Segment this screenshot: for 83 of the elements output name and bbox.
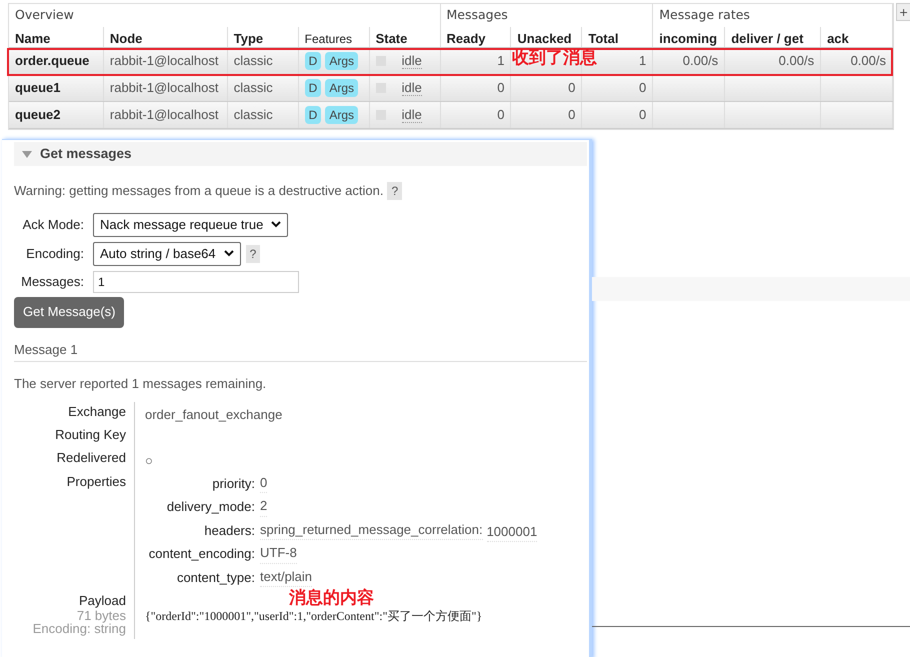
table-cell-text: classic: [234, 79, 273, 98]
table-cell-text: 0.00/s: [850, 52, 886, 70]
feature-badge: Args: [325, 79, 358, 97]
table-cell-text: rabbit-1@localhost: [110, 106, 218, 124]
column-group-header: Message rates: [659, 6, 750, 24]
help-button[interactable]: ?: [387, 182, 402, 200]
column-header[interactable]: Node: [110, 31, 142, 47]
message-heading: Message 1: [14, 342, 78, 356]
table-cell-text: 0: [568, 106, 576, 124]
table-cell-text: 0: [568, 79, 576, 98]
field-label: Encoding:: [25, 244, 85, 263]
column-header[interactable]: incoming: [659, 31, 718, 47]
feature-badge: D: [304, 52, 322, 70]
property-value: 1000001: [486, 522, 538, 542]
help-button[interactable]: ?: [246, 244, 260, 262]
table-cell-text: 0.00/s: [682, 52, 718, 70]
add-column-button[interactable]: +: [896, 3, 910, 21]
property-value: text/plain: [260, 566, 312, 587]
queue-name[interactable]: queue2: [15, 105, 61, 125]
annotation-text: 消息的内容: [289, 590, 374, 607]
property-value: UTF-8: [260, 543, 297, 564]
property-value: 2: [260, 496, 268, 516]
payload-size: 71 bytes: [76, 610, 126, 622]
detail-label: Exchange: [68, 402, 126, 421]
section-header[interactable]: Get messages: [14, 142, 587, 166]
table-cell-text: rabbit-1@localhost: [110, 52, 218, 70]
dropdown[interactable]: Auto string / base64: [93, 242, 241, 266]
table-cell-text: 1: [639, 52, 646, 70]
feature-badge: D: [304, 106, 322, 124]
detail-value: order_fanout_exchange: [145, 406, 282, 424]
property-key: headers:: [145, 520, 260, 540]
table-cell-text: classic: [234, 52, 273, 70]
field-label: Ack Mode:: [22, 216, 85, 234]
annotation-text: 收到了消息: [512, 50, 597, 67]
property-key: content_type:: [145, 568, 260, 587]
table-cell-text: 0: [639, 106, 646, 124]
section-title: Get messages: [40, 144, 132, 163]
property-value: 0: [260, 472, 268, 493]
column-header[interactable]: Type: [234, 31, 264, 47]
column-header[interactable]: State: [376, 31, 408, 47]
table-cell-text: 0: [639, 79, 646, 98]
table-cell-text: rabbit-1@localhost: [110, 79, 218, 98]
property-key: delivery_mode:: [145, 497, 260, 516]
feature-badge: Args: [325, 52, 358, 70]
feature-badge: Args: [325, 106, 358, 124]
column-group-header: Overview: [15, 6, 74, 24]
queue-name[interactable]: queue1: [15, 78, 61, 98]
field-label: Messages:: [20, 272, 85, 291]
property-key: priority:: [145, 474, 260, 493]
chevron-icon: [224, 250, 234, 257]
table-cell-text: classic: [234, 106, 273, 124]
column-header[interactable]: Unacked: [517, 31, 572, 47]
column-header[interactable]: deliver / get: [731, 31, 804, 47]
column-header[interactable]: Ready: [446, 31, 486, 47]
column-header[interactable]: Name: [15, 31, 50, 47]
property-key: content_encoding:: [145, 544, 260, 564]
detail-label: Payload: [79, 592, 126, 610]
dropdown[interactable]: Nack message requeue true: [93, 212, 288, 236]
column-header[interactable]: Features: [304, 31, 352, 47]
payload-text: {"orderId":"1000001","userId":1,"orderContent":"买了一个方便面"}: [145, 608, 482, 622]
table-cell: idle: [402, 80, 422, 96]
table-cell-text: 0.00/s: [778, 52, 814, 70]
detail-label: Redelivered: [56, 448, 126, 466]
chevron-icon: [271, 221, 282, 228]
input-field[interactable]: 1: [93, 270, 299, 292]
feature-badge: D: [304, 79, 322, 97]
column-group-header: Messages: [446, 6, 508, 24]
table-cell-text: 0: [497, 106, 504, 124]
get-messages-button[interactable]: Get Message(s): [14, 296, 124, 328]
payload-encoding: Encoding: string: [32, 622, 126, 636]
table-cell-text: 1: [497, 52, 504, 70]
detail-label: Properties: [66, 472, 126, 491]
queue-name[interactable]: order.queue: [15, 51, 90, 71]
table-cell: idle: [402, 54, 422, 68]
warning-text: Warning: getting messages from a queue is a destructive action.: [14, 182, 384, 200]
column-header[interactable]: Total: [588, 31, 618, 47]
table-cell-text: 0: [497, 79, 504, 98]
property-value: spring_returned_message_correlation:: [260, 520, 483, 540]
remaining-text: The server reported 1 messages remaining.: [14, 376, 266, 391]
detail-value: ○: [145, 452, 153, 470]
column-header[interactable]: ack: [827, 31, 849, 47]
table-cell: idle: [402, 108, 422, 122]
detail-label: Routing Key: [55, 426, 126, 444]
